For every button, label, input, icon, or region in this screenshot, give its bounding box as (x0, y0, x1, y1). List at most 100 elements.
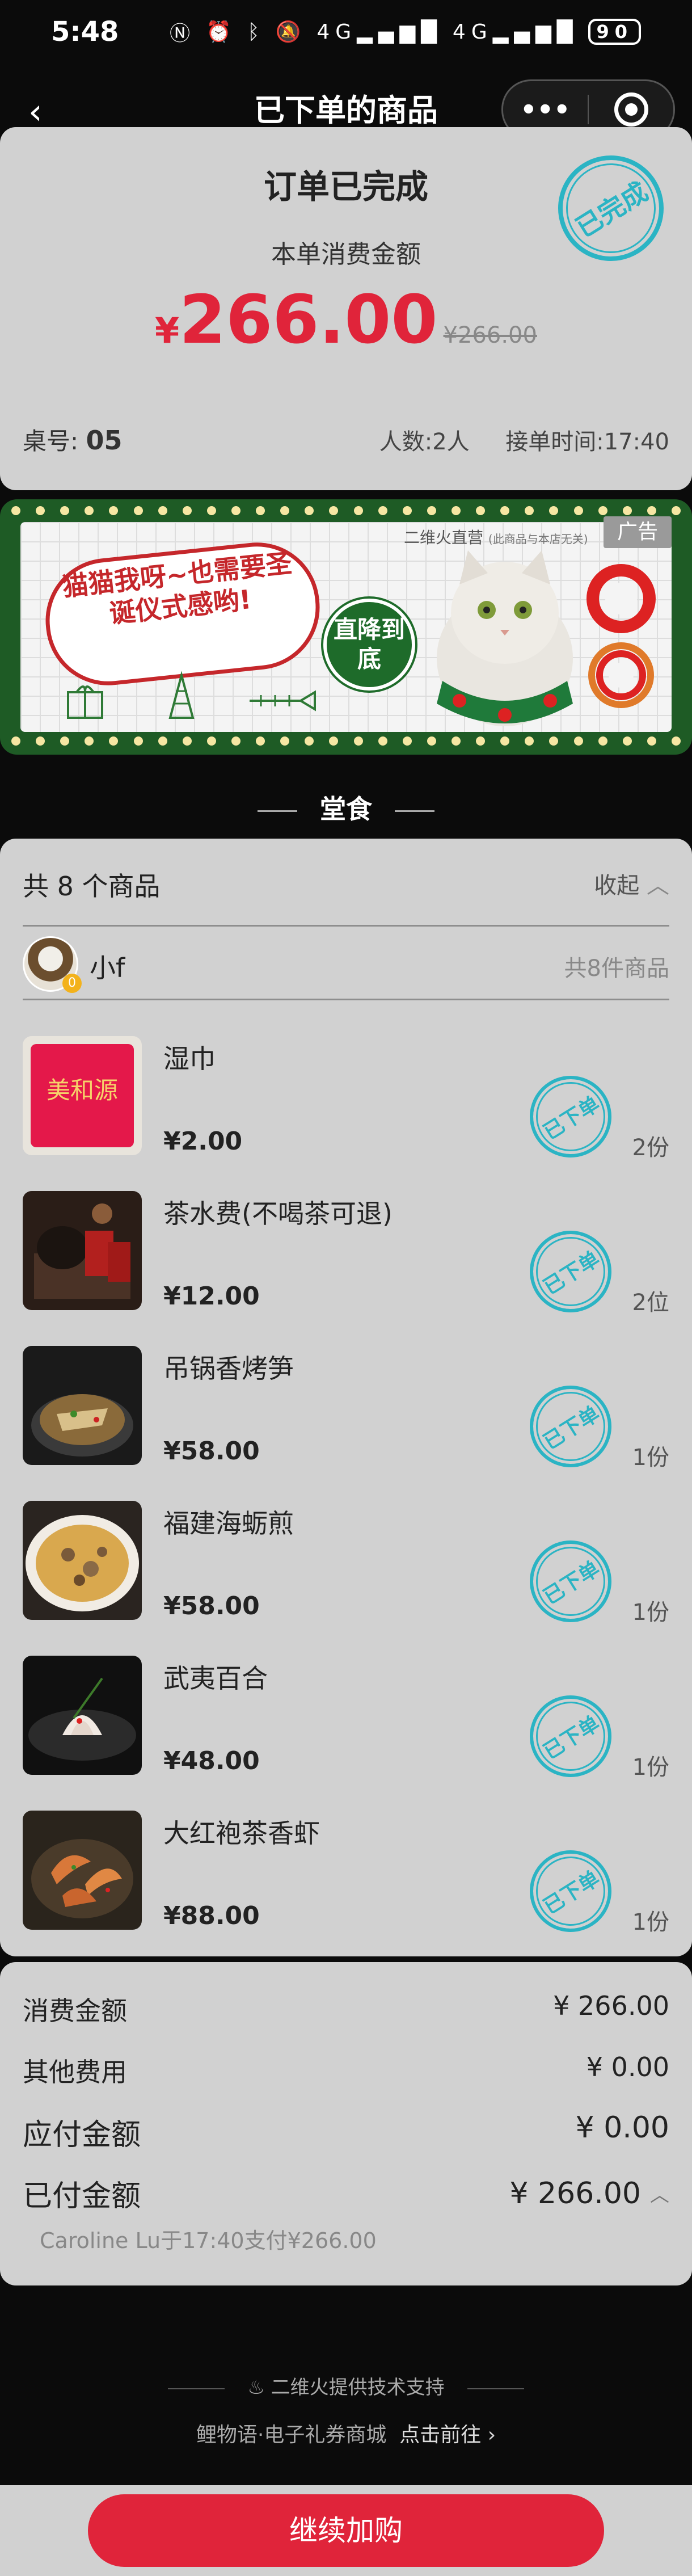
other-fee-row: 其他费用 ¥ 0.00 (23, 2052, 669, 2089)
payment-note: Caroline Lu于17:40支付¥266.00 (40, 2228, 377, 2253)
item-thumbnail (23, 1811, 142, 1930)
item-quantity: 1份 (632, 1445, 669, 1471)
item-price: ¥88.00 (163, 1901, 260, 1930)
item-name: 吊锅香烤笋 (163, 1353, 294, 1384)
towel-image: 美和源 (23, 1036, 142, 1155)
mute-icon: 🔕 (275, 20, 307, 44)
paid-row[interactable]: 已付金额 ¥ 266.00 ︿ (23, 2172, 669, 2215)
cat-image (437, 550, 573, 726)
ordered-stamp: 已下单 (514, 1525, 627, 1638)
bluetooth-icon: ᛒ (247, 20, 265, 44)
divider-line (168, 2388, 225, 2389)
nfc-icon: Ⓝ (170, 22, 196, 45)
item-thumbnail (23, 1656, 142, 1775)
item-thumbnail (23, 1501, 142, 1620)
paid-label: 已付金额 (23, 2179, 141, 2213)
alarm-icon: ⏰ (206, 20, 237, 44)
divider (23, 925, 669, 927)
lily-dish-image (23, 1656, 142, 1775)
list-item: 吊锅香烤笋 ¥58.00 已下单 1份 (0, 1346, 692, 1501)
chevron-up-icon: ︿ (647, 873, 669, 899)
order-meta: 人数:2人 接单时间:17:40 (379, 423, 669, 456)
bulb-lights-top (11, 506, 681, 517)
status-time: 5:48 (51, 16, 119, 48)
list-item: 茶水费(不喝茶可退) ¥12.00 已下单 2位 (0, 1191, 692, 1346)
payable-value: ¥ 0.00 (575, 2111, 669, 2145)
target-icon (614, 92, 648, 127)
signal-4g-icon: 4G▂▄▆█ (452, 20, 579, 44)
ad-banner[interactable]: 二维火直营 (此商品与本店无关) 广告 猫猫我呀~也需要圣诞仪式感哟! 直降到底 (0, 499, 692, 755)
bottom-action-bar: 继续加购 (0, 2485, 692, 2576)
promo-link[interactable]: 点击前往 › (399, 2423, 496, 2447)
item-quantity: 2份 (632, 1135, 669, 1161)
item-name: 湿巾 (163, 1043, 216, 1074)
divider-line (395, 810, 434, 812)
item-name: 福建海蛎煎 (163, 1508, 294, 1539)
bulb-lights-bottom (11, 736, 681, 748)
shrimp-dish-image (23, 1811, 142, 1930)
gift-tree-fish-icon (67, 671, 316, 719)
user-name: 小f (90, 953, 125, 983)
ordered-stamp: 已下单 (514, 1060, 627, 1173)
user-row: 0 小f 共8件商品 (23, 929, 669, 997)
tea-image (23, 1191, 142, 1310)
oyster-omelette-image (23, 1501, 142, 1620)
original-amount: ¥266.00 (443, 322, 537, 348)
ordered-stamp: 已下单 (514, 1834, 627, 1948)
list-item: 大红袍茶香虾 ¥88.00 已下单 1份 (0, 1811, 692, 1965)
divider-line (467, 2388, 524, 2389)
continue-ordering-button[interactable]: 继续加购 (88, 2494, 604, 2567)
price-drop-badge: 直降到底 (323, 599, 415, 691)
item-price: ¥2.00 (163, 1127, 243, 1156)
table-label: 桌号: (23, 427, 79, 455)
item-name: 茶水费(不喝茶可退) (163, 1198, 393, 1229)
powered-by-text: 二维火提供技术支持 (271, 2376, 445, 2399)
consume-value: ¥ 266.00 (553, 1990, 669, 2021)
section-label: 堂食 (320, 794, 372, 824)
other-label: 其他费用 (23, 2057, 127, 2087)
chevron-up-icon: ︿ (650, 2184, 669, 2207)
paid-value: ¥ 266.00 (509, 2176, 641, 2211)
people-count: 人数:2人 (379, 429, 470, 455)
ordered-stamp: 已下单 (514, 1680, 627, 1793)
item-price: ¥48.00 (163, 1746, 260, 1775)
consume-amount-row: 消费金额 ¥ 266.00 (23, 1990, 669, 2028)
signal-4g-icon: 4G▂▄▆█ (317, 20, 442, 44)
item-thumbnail (23, 1191, 142, 1310)
more-button[interactable]: ••• (503, 94, 588, 125)
item-thumbnail: 美和源 (23, 1036, 142, 1155)
close-mini-program-button[interactable] (589, 92, 673, 127)
powered-by: ♨ 二维火提供技术支持 (0, 2372, 692, 2400)
avatar-badge: 0 (62, 974, 82, 993)
item-name: 大红袍茶香虾 (163, 1818, 320, 1849)
list-item: 武夷百合 ¥48.00 已下单 1份 (0, 1656, 692, 1811)
item-quantity: 1份 (632, 1909, 669, 1935)
collapse-toggle[interactable]: 收起 ︿ (594, 867, 669, 900)
currency-symbol: ¥ (155, 310, 180, 351)
order-items-card: 共 8 个商品 收起 ︿ 0 小f 共8件商品 美和源 湿巾 ¥2.00 已下单… (0, 839, 692, 1956)
list-item: 美和源 湿巾 ¥2.00 已下单 2份 (0, 1036, 692, 1191)
divider-line (258, 810, 297, 812)
item-price: ¥58.00 (163, 1437, 260, 1466)
totals-card: 消费金额 ¥ 266.00 其他费用 ¥ 0.00 应付金额 ¥ 0.00 已付… (0, 1962, 692, 2285)
item-price: ¥12.00 (163, 1282, 260, 1311)
item-count-title: 共 8 个商品 (23, 871, 161, 902)
list-item: 福建海蛎煎 ¥58.00 已下单 1份 (0, 1501, 692, 1656)
ordered-stamp: 已下单 (514, 1370, 627, 1483)
status-bar: 5:48 Ⓝ ⏰ ᛒ 🔕 4G▂▄▆█ 4G▂▄▆█ 90 (0, 0, 692, 68)
promo-link-row[interactable]: 鲤物语·电子礼券商城 点击前往 › (0, 2418, 692, 2448)
table-value: 05 (86, 425, 123, 456)
item-quantity: 1份 (632, 1600, 669, 1626)
payable-label: 应付金额 (23, 2118, 141, 2152)
payable-row: 应付金额 ¥ 0.00 (23, 2111, 669, 2153)
other-value: ¥ 0.00 (586, 2052, 669, 2082)
promo-text: 鲤物语·电子礼券商城 (196, 2423, 387, 2447)
flame-logo-icon: ♨ (247, 2376, 271, 2399)
item-price: ¥58.00 (163, 1592, 260, 1620)
item-name: 武夷百合 (163, 1663, 268, 1694)
ordered-stamp: 已下单 (514, 1215, 627, 1328)
order-amount: 266.00 (179, 280, 438, 359)
item-quantity: 1份 (632, 1754, 669, 1781)
consume-label: 消费金额 (23, 1996, 127, 2026)
section-header-dine-in: 堂食 (0, 789, 692, 826)
